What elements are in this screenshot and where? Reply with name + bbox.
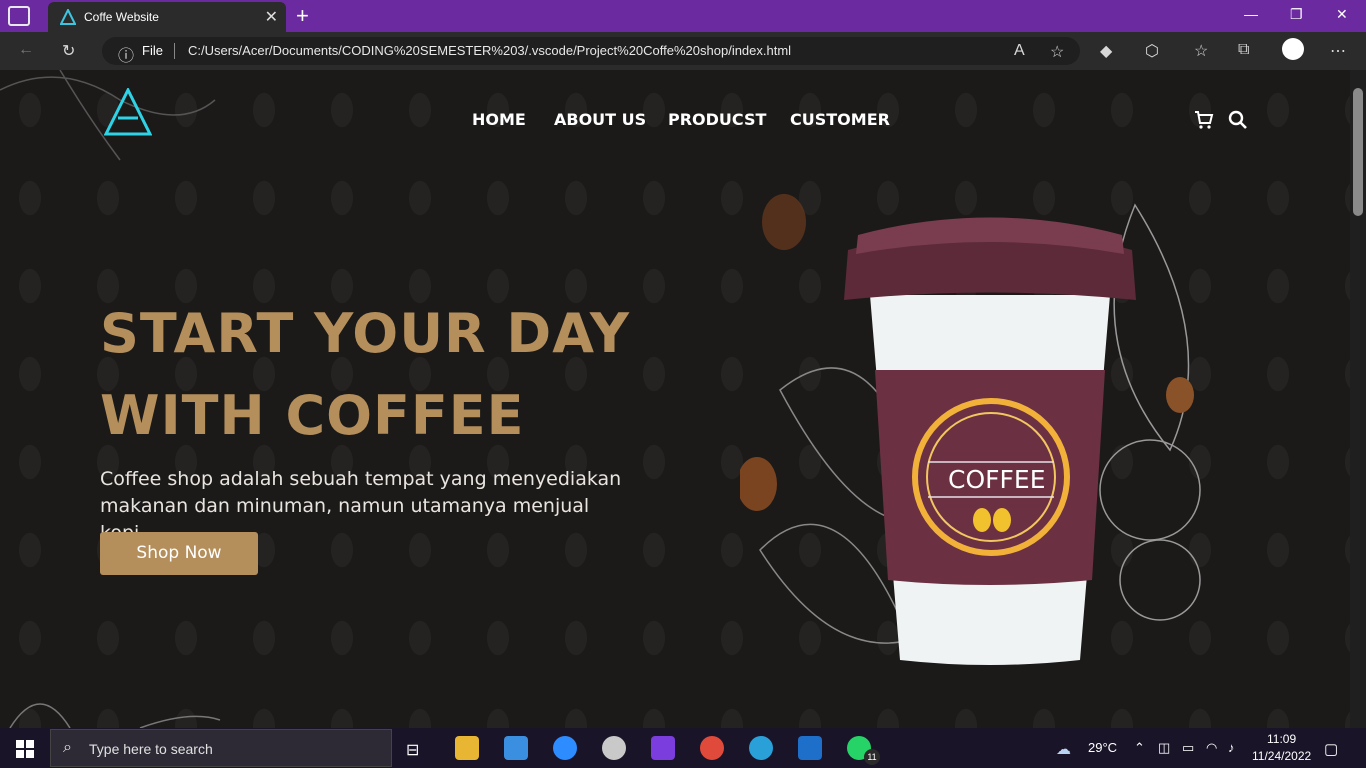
intellij-icon[interactable]	[651, 736, 675, 760]
minimize-icon[interactable]: —	[1244, 6, 1258, 22]
cart-icon[interactable]	[1194, 110, 1214, 130]
file-label: File	[142, 43, 163, 58]
search-icon: ⌕	[63, 739, 72, 756]
search-icon[interactable]	[1228, 110, 1248, 130]
back-icon[interactable]: ←	[18, 41, 34, 59]
edge-icon[interactable]	[749, 736, 773, 760]
wifi-icon[interactable]: ◠	[1206, 740, 1217, 756]
new-tab-icon[interactable]: +	[296, 3, 309, 29]
url-field[interactable]: ⓘ File C:/Users/Acer/Documents/CODING%20…	[102, 37, 1080, 65]
restore-icon[interactable]: ❐	[1290, 6, 1303, 23]
meet-now-icon[interactable]: ◫	[1158, 740, 1170, 756]
favorites-icon[interactable]: ☆	[1194, 41, 1208, 61]
close-window-icon[interactable]: ✕	[1336, 6, 1348, 23]
tab-title: Coffe Website	[84, 10, 159, 24]
nav-customer[interactable]: CUSTOMER	[790, 110, 890, 129]
tab-actions-icon[interactable]	[8, 6, 30, 26]
cup-label: COFFEE	[948, 465, 1046, 494]
info-icon[interactable]: ⓘ	[118, 42, 134, 66]
shop-now-button[interactable]: Shop Now	[100, 532, 258, 575]
page-scrollbar[interactable]	[1350, 70, 1366, 728]
file-explorer-icon[interactable]	[455, 736, 479, 760]
tab-active[interactable]: Coffe Website ✕	[48, 2, 286, 32]
windows-taskbar: ⌕ Type here to search ⊟ 11 ☁ 29°C ⌃ ◫ ▭ …	[0, 728, 1366, 768]
leaf-decoration-bottom	[9, 703, 221, 728]
hero-heading-line2: WITH COFFEE	[100, 384, 525, 447]
hero-heading-line1: START YOUR DAY	[100, 302, 630, 365]
nav-products[interactable]: PRODUCST	[668, 110, 766, 129]
coffee-cup-illustration	[740, 194, 1201, 665]
separator	[174, 43, 175, 59]
web-page: HOME ABOUT US PRODUCST CUSTOMER START YO…	[0, 70, 1350, 728]
favorite-icon[interactable]: ☆	[1050, 42, 1064, 62]
clock-date[interactable]: 11/24/2022	[1252, 749, 1311, 763]
paint-icon[interactable]	[602, 736, 626, 760]
search-placeholder: Type here to search	[89, 741, 213, 757]
profile-avatar[interactable]	[1282, 38, 1304, 60]
read-aloud-icon[interactable]: A	[1014, 42, 1025, 60]
tray-chevron-icon[interactable]: ⌃	[1134, 740, 1145, 756]
volume-icon[interactable]: ♪	[1228, 740, 1235, 755]
taskbar-search-box[interactable]: ⌕ Type here to search	[50, 729, 392, 767]
vscode-icon[interactable]	[798, 736, 822, 760]
collections-icon[interactable]: ⧉	[1238, 41, 1249, 59]
url-text: C:/Users/Acer/Documents/CODING%20SEMESTE…	[188, 43, 792, 58]
task-view-icon[interactable]: ⊟	[406, 740, 419, 760]
microsoft-store-icon[interactable]	[504, 736, 528, 760]
more-menu-icon[interactable]: ⋯	[1330, 41, 1346, 61]
clock-time[interactable]: 11:09	[1267, 732, 1296, 746]
close-tab-icon[interactable]: ✕	[265, 7, 278, 27]
weather-temp[interactable]: 29°C	[1088, 740, 1117, 755]
site-logo-icon	[60, 9, 76, 25]
scrollbar-thumb[interactable]	[1353, 88, 1363, 216]
zoom-icon[interactable]	[553, 736, 577, 760]
chrome-icon[interactable]	[700, 736, 724, 760]
extensions-icon[interactable]: ⬡	[1145, 41, 1159, 61]
windows-start-icon[interactable]	[16, 740, 34, 758]
whatsapp-badge: 11	[864, 749, 880, 765]
weather-cloud-icon[interactable]: ☁	[1056, 740, 1071, 758]
battery-icon[interactable]: ▭	[1182, 740, 1194, 756]
nav-home[interactable]: HOME	[472, 110, 526, 129]
nav-about-us[interactable]: ABOUT US	[554, 110, 646, 129]
brand-logo-icon[interactable]	[104, 88, 152, 136]
notifications-icon[interactable]: ▢	[1324, 740, 1338, 758]
refresh-icon[interactable]: ↻	[62, 41, 75, 61]
extension-icon[interactable]: ◆	[1100, 41, 1112, 61]
address-bar-row: ← ↻ ⓘ File C:/Users/Acer/Documents/CODIN…	[0, 32, 1366, 70]
title-bar: Coffe Website ✕ + — ❐ ✕	[0, 0, 1366, 32]
